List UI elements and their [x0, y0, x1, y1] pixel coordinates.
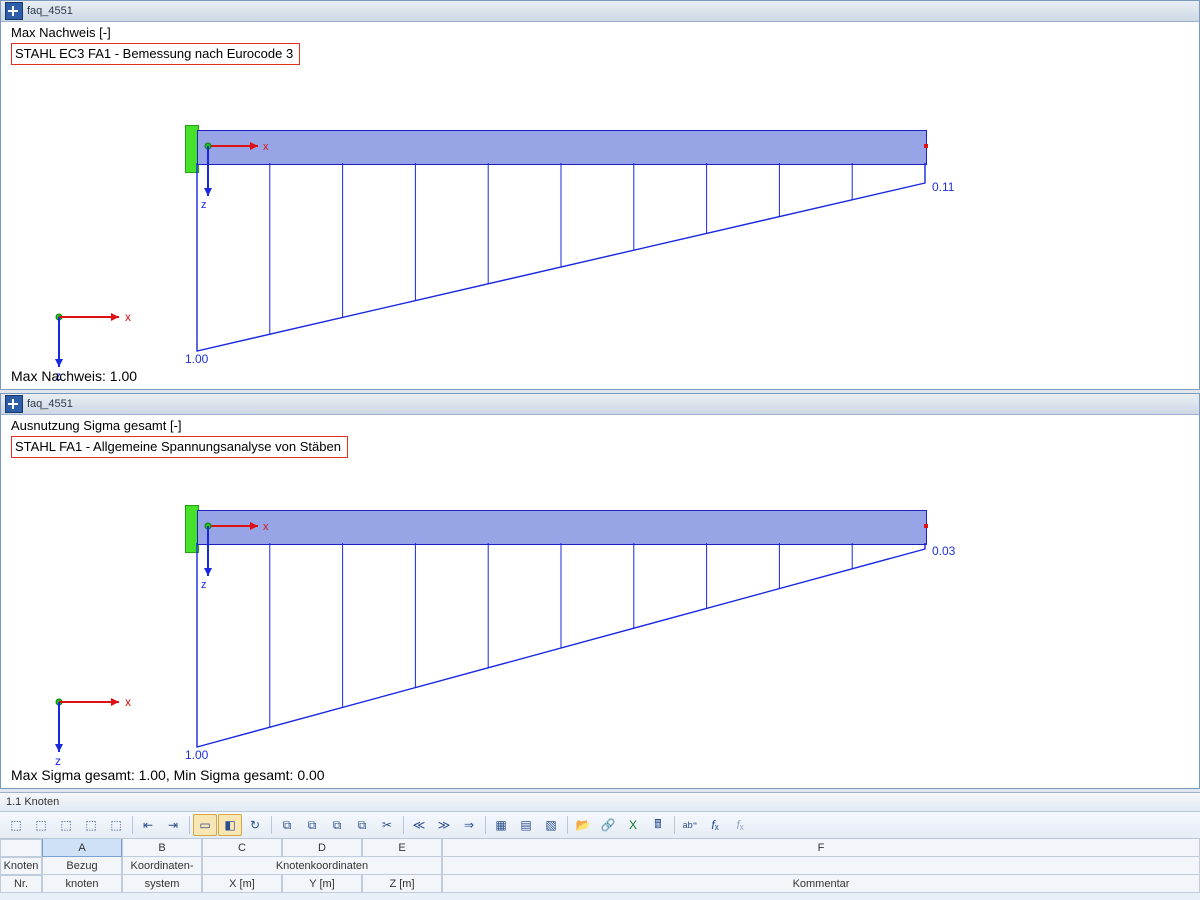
result-diagram: x z: [1, 415, 1200, 787]
beam-member: [197, 130, 927, 165]
tb-calc-icon[interactable]: 🖩: [646, 814, 670, 836]
svg-text:x: x: [125, 310, 131, 324]
separator: [271, 816, 272, 834]
separator: [132, 816, 133, 834]
tb-fx-off-icon[interactable]: fₓ: [728, 814, 752, 836]
hdr-coords-group: Knotenkoordinaten: [202, 857, 442, 875]
tb-sort-asc-icon[interactable]: ⬚: [4, 814, 28, 836]
summary-label: Max Nachweis: 1.00: [11, 368, 137, 384]
svg-text:z: z: [201, 199, 207, 211]
hdr-bezug: Bezug: [42, 857, 122, 875]
tb-refresh-icon[interactable]: ↻: [243, 814, 267, 836]
tb-pick-mode-icon[interactable]: ◧: [218, 814, 242, 836]
tb-member-prev-icon[interactable]: ≪: [407, 814, 431, 836]
value-left: 1.00: [185, 352, 208, 366]
row-hdr-1: Knoten: [0, 857, 42, 875]
tb-excel-icon[interactable]: X: [621, 814, 645, 836]
result-type-label: Max Nachweis [-]: [11, 25, 111, 40]
tb-filter-icon[interactable]: ⬚: [54, 814, 78, 836]
tb-clear-icon[interactable]: ⧉: [350, 814, 374, 836]
hdr-bezug2: knoten: [42, 875, 122, 893]
value-right: 0.11: [932, 180, 954, 194]
tb-units-icon[interactable]: ▤: [514, 814, 538, 836]
sheet-grid[interactable]: A B C D E F Knoten Bezug Koordinaten- Kn…: [0, 839, 1200, 893]
col-E[interactable]: E: [362, 839, 442, 857]
tb-copy-icon[interactable]: ⧉: [275, 814, 299, 836]
pane-title: faq_4551: [27, 398, 73, 410]
tb-rename-icon[interactable]: ab⁼: [678, 814, 702, 836]
module-label: STAHL FA1 - Allgemeine Spannungsanalyse …: [11, 436, 348, 458]
separator: [485, 816, 486, 834]
tb-select-mode-icon[interactable]: ▭: [193, 814, 217, 836]
beam-member: [197, 510, 927, 545]
axis-legend: x z: [29, 677, 149, 767]
separator: [674, 816, 675, 834]
col-D[interactable]: D: [282, 839, 362, 857]
summary-label: Max Sigma gesamt: 1.00, Min Sigma gesamt…: [11, 767, 325, 783]
separator: [567, 816, 568, 834]
hdr-y: Y [m]: [282, 875, 362, 893]
tb-find-icon[interactable]: ⬚: [79, 814, 103, 836]
tb-delete-icon[interactable]: ⧉: [325, 814, 349, 836]
pane-titlebar[interactable]: faq_4551: [1, 1, 1199, 22]
drawing-canvas[interactable]: Max Nachweis [-] STAHL EC3 FA1 - Bemessu…: [1, 22, 1199, 387]
hdr-comment: Kommentar: [442, 875, 1200, 893]
corner-cell[interactable]: [0, 839, 42, 857]
svg-text:z: z: [201, 579, 207, 591]
drawing-canvas[interactable]: Ausnutzung Sigma gesamt [-] STAHL FA1 - …: [1, 415, 1199, 787]
tb-colorize-icon[interactable]: ▦: [489, 814, 513, 836]
row-hdr-2: Nr.: [0, 875, 42, 893]
col-B[interactable]: B: [122, 839, 202, 857]
svg-text:z: z: [55, 754, 61, 767]
tb-paste-icon[interactable]: ⧉: [300, 814, 324, 836]
tb-export-icon[interactable]: ⇥: [161, 814, 185, 836]
value-right: 0.03: [932, 544, 955, 558]
hdr-system: system: [122, 875, 202, 893]
app-icon: [5, 395, 23, 413]
pane-title: faq_4551: [27, 5, 73, 17]
diagram-pane-1: faq_4551 Max Nachweis [-] STAHL EC3 FA1 …: [0, 0, 1200, 390]
tb-link-icon[interactable]: 🔗: [596, 814, 620, 836]
hdr-koordsys: Koordinaten-: [122, 857, 202, 875]
tb-member-next-icon[interactable]: ≫: [432, 814, 456, 836]
result-diagram: x z: [1, 22, 1200, 387]
col-A[interactable]: A: [42, 839, 122, 857]
grid-tab-label[interactable]: 1.1 Knoten: [0, 793, 1200, 812]
hdr-x: X [m]: [202, 875, 282, 893]
pane-titlebar[interactable]: faq_4551: [1, 394, 1199, 415]
col-F[interactable]: F: [442, 839, 1200, 857]
value-left: 1.00: [185, 748, 208, 762]
svg-text:x: x: [125, 695, 131, 709]
tb-openfile-icon[interactable]: 📂: [571, 814, 595, 836]
module-label: STAHL EC3 FA1 - Bemessung nach Eurocode …: [11, 43, 300, 65]
app-icon: [5, 2, 23, 20]
separator: [189, 816, 190, 834]
tb-sort-desc-icon[interactable]: ⬚: [29, 814, 53, 836]
grid-toolbar: ⬚ ⬚ ⬚ ⬚ ⬚ ⇤ ⇥ ▭ ◧ ↻ ⧉ ⧉ ⧉ ⧉ ✂ ≪ ≫ ⇒ ▦ ▤ …: [0, 812, 1200, 839]
tb-function-icon[interactable]: fₓ: [703, 814, 727, 836]
tb-cut-icon[interactable]: ✂: [375, 814, 399, 836]
tb-member-end-icon[interactable]: ⇒: [457, 814, 481, 836]
separator: [403, 816, 404, 834]
diagram-pane-2: faq_4551 Ausnutzung Sigma gesamt [-] STA…: [0, 393, 1200, 789]
hdr-z: Z [m]: [362, 875, 442, 893]
tb-import-icon[interactable]: ⇤: [136, 814, 160, 836]
col-C[interactable]: C: [202, 839, 282, 857]
data-grid-panel: 1.1 Knoten ⬚ ⬚ ⬚ ⬚ ⬚ ⇤ ⇥ ▭ ◧ ↻ ⧉ ⧉ ⧉ ⧉ ✂…: [0, 792, 1200, 900]
hdr-comment-group: [442, 857, 1200, 875]
result-type-label: Ausnutzung Sigma gesamt [-]: [11, 418, 182, 433]
tb-number-icon[interactable]: ▧: [539, 814, 563, 836]
tb-goto-icon[interactable]: ⬚: [104, 814, 128, 836]
